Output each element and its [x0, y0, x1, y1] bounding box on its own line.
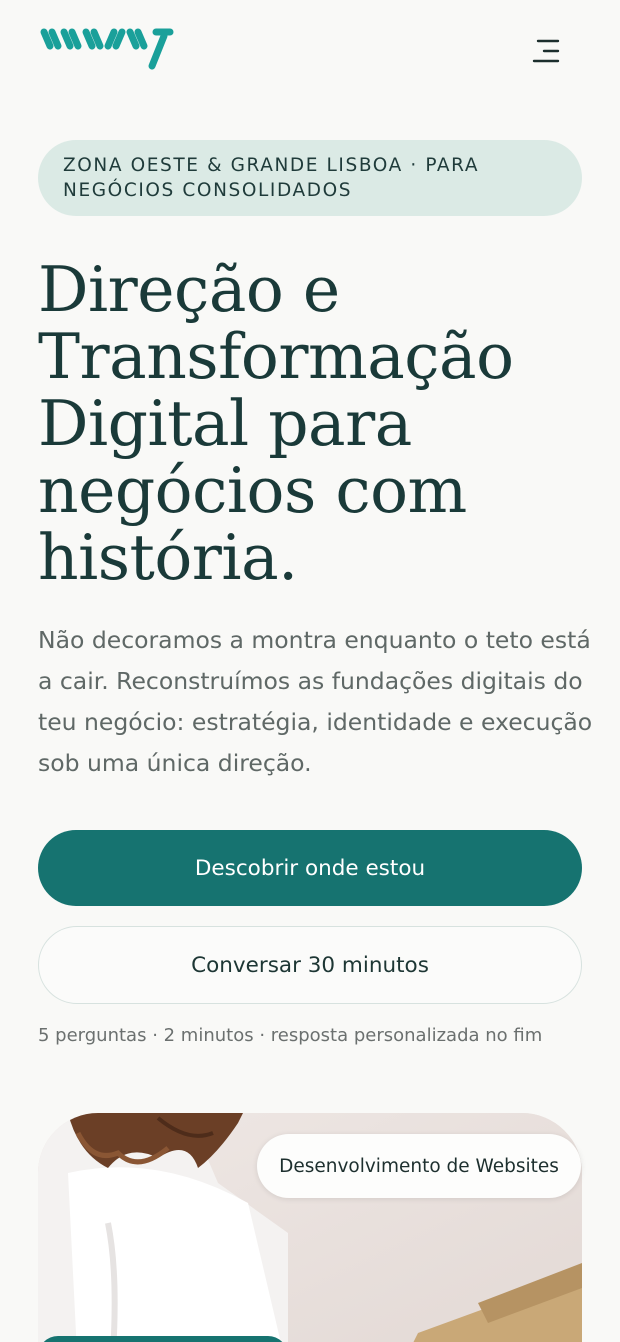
service-tag[interactable]: Desenvolvimento de Websites: [257, 1134, 581, 1198]
hero-title: Direção e Transformação Digital para neg…: [38, 253, 514, 594]
menu-button[interactable]: [528, 36, 564, 68]
quiz-hint: 5 perguntas · 2 minutos · resposta perso…: [38, 1025, 543, 1046]
wavy-logo-icon: [40, 28, 174, 70]
menu-icon: [532, 39, 560, 63]
discover-cta-button[interactable]: Descobrir onde estou: [38, 830, 582, 906]
brand-logo[interactable]: [38, 26, 174, 74]
next-section-edge: [38, 1336, 288, 1342]
location-badge: ZONA OESTE & GRANDE LISBOA · PARA NEGÓCI…: [38, 140, 582, 216]
schedule-call-button[interactable]: Conversar 30 minutos: [38, 926, 582, 1004]
hero-subtitle: Não decoramos a montra enquanto o teto e…: [38, 626, 593, 777]
